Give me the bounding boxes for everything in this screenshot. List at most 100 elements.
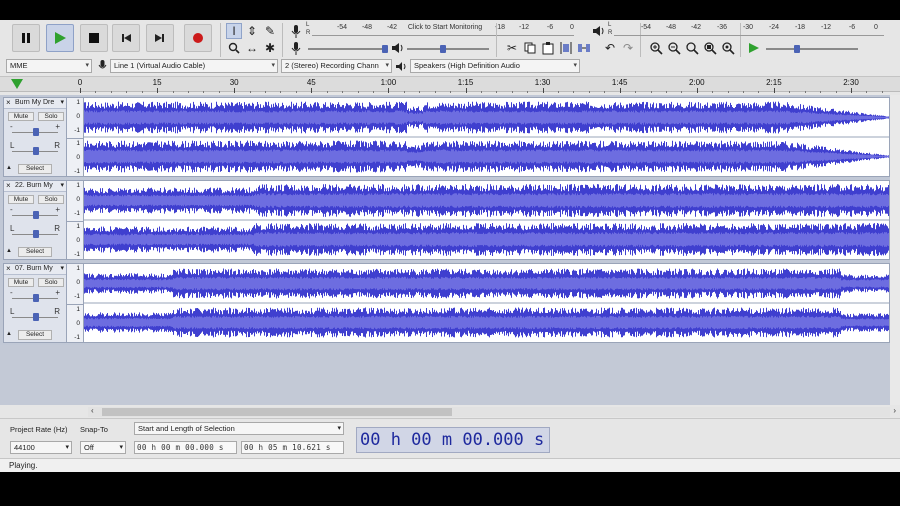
record-meter-button[interactable] <box>288 23 304 39</box>
waveform-area[interactable] <box>83 97 890 177</box>
track-menu-chevron-icon[interactable]: ▾ <box>60 98 64 108</box>
copy-button[interactable] <box>522 40 538 56</box>
timeline-minor-tick <box>218 91 220 93</box>
solo-button[interactable]: Solo <box>38 195 64 204</box>
scroll-left-icon[interactable]: ‹ <box>91 406 94 415</box>
horizontal-scrollbar[interactable]: ‹ › <box>88 406 896 417</box>
scale-label: 1 <box>76 223 80 230</box>
mute-button[interactable]: Mute <box>8 195 34 204</box>
envelope-tool[interactable]: ⇕ <box>244 23 260 39</box>
playback-meter-tick: -18 <box>794 24 806 31</box>
silence-audio-button[interactable] <box>576 40 592 56</box>
gain-plus-label: + <box>55 205 60 214</box>
select-track-button[interactable]: Select <box>18 247 52 257</box>
track-menu-chevron-icon[interactable]: ▾ <box>60 264 64 274</box>
pan-left-label: L <box>10 307 15 316</box>
playback-volume-slider[interactable] <box>407 44 489 54</box>
recording-volume-slider[interactable] <box>308 44 388 54</box>
playback-device-value: Speakers (High Definition Audio <box>414 61 520 70</box>
gain-slider[interactable]: - + <box>8 122 62 136</box>
close-icon[interactable]: × <box>6 264 11 274</box>
play-button[interactable] <box>46 24 74 52</box>
pan-slider[interactable]: L R <box>8 141 62 155</box>
gain-slider[interactable]: - + <box>8 205 62 219</box>
track-name: 07. Burn My <box>15 265 53 272</box>
playback-meter[interactable]: -54 -48 -42 -36 -30 -24 -18 -12 -6 0 <box>614 24 884 36</box>
play-at-speed-slider[interactable] <box>766 44 858 54</box>
solo-button[interactable]: Solo <box>38 112 64 121</box>
pan-slider[interactable]: L R <box>8 224 62 238</box>
gain-slider[interactable]: - + <box>8 288 62 302</box>
fit-selection-button[interactable] <box>684 40 700 56</box>
multi-tool[interactable]: ✱ <box>262 40 278 56</box>
timeline-tick-label: 1:45 <box>611 78 628 87</box>
audio-host-select[interactable]: MME ▾ <box>6 59 92 73</box>
track-control-panel[interactable]: × 22. Burn My ▾ Mute Solo - + L R ▲ Sele… <box>3 180 67 260</box>
zoom-toggle-button[interactable] <box>720 40 736 56</box>
track-title-bar[interactable]: × Burn My Dre ▾ <box>4 98 66 109</box>
track-control-panel[interactable]: × 07. Burn My ▾ Mute Solo - + L R ▲ Sele… <box>3 263 67 343</box>
audio-track[interactable]: × 07. Burn My ▾ Mute Solo - + L R ▲ Sele… <box>3 263 890 343</box>
solo-button[interactable]: Solo <box>38 278 64 287</box>
zoom-in-button[interactable] <box>648 40 664 56</box>
scroll-right-icon[interactable]: › <box>893 406 896 415</box>
timeline-ruler[interactable]: 0 15 30 45 1:00 1:15 1:30 1:45 2:00 2:15 2:30 <box>0 76 900 93</box>
trim-audio-button[interactable] <box>558 40 574 56</box>
empty-tracks-area[interactable] <box>0 345 900 405</box>
recording-device-select[interactable]: Line 1 (Virtual Audio Cable) ▾ <box>110 59 278 73</box>
mute-button[interactable]: Mute <box>8 112 34 121</box>
skip-to-start-button[interactable] <box>112 24 140 52</box>
skip-to-end-button[interactable] <box>146 24 174 52</box>
select-track-button[interactable]: Select <box>18 330 52 340</box>
collapse-track-icon[interactable]: ▲ <box>6 165 12 171</box>
playback-meter-button[interactable] <box>590 23 606 39</box>
stop-button[interactable] <box>80 24 108 52</box>
time-shift-tool[interactable]: ↔ <box>244 40 260 56</box>
audio-position-display[interactable]: 00 h 00 m 00.000 s <box>356 427 550 453</box>
project-rate-select[interactable]: 44100 ▾ <box>10 441 72 454</box>
track-menu-chevron-icon[interactable]: ▾ <box>60 181 64 191</box>
click-to-start-monitoring[interactable]: Click to Start Monitoring <box>408 24 482 31</box>
audio-track[interactable]: × Burn My Dre ▾ Mute Solo - + L R ▲ Sele… <box>3 97 890 177</box>
track-title-bar[interactable]: × 22. Burn My ▾ <box>4 181 66 192</box>
track-title-bar[interactable]: × 07. Burn My ▾ <box>4 264 66 275</box>
playback-device-select[interactable]: Speakers (High Definition Audio ▾ <box>410 59 580 73</box>
recording-channels-select[interactable]: 2 (Stereo) Recording Chann ▾ <box>281 59 392 73</box>
undo-button[interactable]: ↶ <box>602 40 618 56</box>
record-icon <box>193 33 203 43</box>
draw-tool[interactable]: ✎ <box>262 23 278 39</box>
pan-slider[interactable]: L R <box>8 307 62 321</box>
record-button[interactable] <box>184 24 212 52</box>
play-at-speed-button[interactable] <box>746 40 762 56</box>
track-control-panel[interactable]: × Burn My Dre ▾ Mute Solo - + L R ▲ Sele… <box>3 97 67 177</box>
zoom-out-button[interactable] <box>666 40 682 56</box>
asterisk-icon: ✱ <box>264 41 276 55</box>
paste-button[interactable] <box>540 40 556 56</box>
select-track-button[interactable]: Select <box>18 164 52 174</box>
audio-track[interactable]: × 22. Burn My ▾ Mute Solo - + L R ▲ Sele… <box>3 180 890 260</box>
zoom-tool[interactable] <box>226 40 242 56</box>
redo-button[interactable]: ↷ <box>620 40 636 56</box>
waveform-area[interactable] <box>83 180 890 260</box>
snap-to-select[interactable]: Off ▾ <box>80 441 126 454</box>
cut-button[interactable]: ✂ <box>504 40 520 56</box>
play-head-icon[interactable] <box>11 79 23 89</box>
mute-button[interactable]: Mute <box>8 278 34 287</box>
close-icon[interactable]: × <box>6 98 11 108</box>
waveform-area[interactable] <box>83 263 890 343</box>
selection-start-time[interactable]: 00 h 00 m 00.000 s <box>134 441 237 454</box>
vertical-scrollbar[interactable] <box>890 95 900 405</box>
scale-label: -1 <box>74 334 80 341</box>
collapse-track-icon[interactable]: ▲ <box>6 248 12 254</box>
close-icon[interactable]: × <box>6 181 11 191</box>
timeline-minor-tick <box>881 91 883 93</box>
fit-project-button[interactable] <box>702 40 718 56</box>
pause-button[interactable] <box>12 24 40 52</box>
selection-length-time[interactable]: 00 h 05 m 10.621 s <box>241 441 344 454</box>
selection-mode-select[interactable]: Start and Length of Selection ▾ <box>134 422 344 435</box>
collapse-track-icon[interactable]: ▲ <box>6 331 12 337</box>
tracks-area[interactable]: × Burn My Dre ▾ Mute Solo - + L R ▲ Sele… <box>0 95 900 405</box>
selection-tool[interactable]: I <box>226 23 242 39</box>
record-meter[interactable]: -54 -48 -42 Click to Start Monitoring -1… <box>312 24 574 36</box>
horizontal-scroll-thumb[interactable] <box>102 408 452 416</box>
